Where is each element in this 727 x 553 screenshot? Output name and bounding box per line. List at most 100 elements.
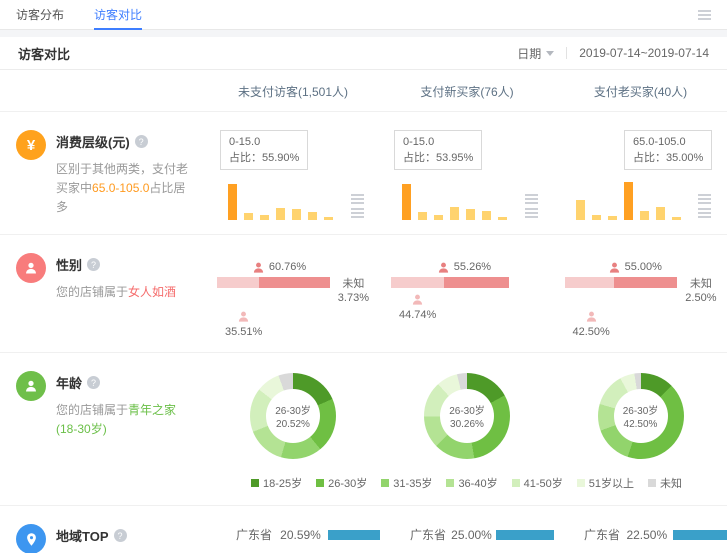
bar [608,216,617,220]
bar-chart [568,180,717,220]
female-segment [614,277,678,288]
person-icon [437,261,450,274]
section-desc: 区别于其他两类，支付老买家中65.0-105.0占比居多 [56,160,206,217]
view-switch-icon[interactable] [698,194,711,204]
help-icon[interactable]: ? [114,529,127,542]
region-list-old-buyers: 广东省22.50%福建省10.00% [554,524,727,553]
view-switch-icon[interactable] [525,208,538,218]
legend-swatch [316,479,324,487]
region-list-new-buyers: 广东省25.00%浙江省11.84% [380,524,554,553]
region-bar [328,530,380,540]
legend-swatch [381,479,389,487]
male-percent: 35.51% [225,310,262,338]
legend-swatch [446,479,454,487]
view-switch-icon[interactable] [351,208,364,218]
legend-item[interactable]: 26-30岁 [316,475,367,491]
help-icon[interactable]: ? [87,258,100,271]
yuan-icon: ¥ [16,130,46,160]
gender-label-cell: 性别 ? 您的店铺属于女人如酒 [0,253,206,338]
male-segment [217,277,259,288]
male-percent: 42.50% [573,310,610,338]
bar-chart [220,180,370,220]
tab-visitor-comparison[interactable]: 访客对比 [94,0,142,29]
bar [292,209,301,220]
section-desc: 您的店铺属于青年之家(18-30岁) [56,401,206,439]
region-percent: 22.50% [626,528,672,542]
toolbar-menu-icon[interactable] [698,10,711,20]
section-title: 地域TOP [56,526,109,545]
view-switch-icon[interactable] [525,194,538,204]
gender-bar [217,277,330,288]
legend-item[interactable]: 36-40岁 [446,475,497,491]
female-percent: 60.76% [269,261,306,273]
region-label-cell: 地域TOP ? 您的访客聚集在广东省 [0,524,206,553]
help-icon[interactable]: ? [87,376,100,389]
column-header-new-buyers: 支付新买家(76人) [380,83,554,100]
legend-item[interactable]: 41-50岁 [512,475,563,491]
bar [402,184,411,220]
bar [324,217,333,220]
bar [434,215,443,220]
bar [576,200,585,220]
bar [592,215,601,220]
section-age: 年龄 ? 您的店铺属于青年之家(18-30岁) 26-30岁20.52% 26-… [0,352,727,505]
region-name: 广东省 [584,526,626,543]
bar [260,215,269,220]
bar-chart [394,180,544,220]
person-icon [252,261,265,274]
consume-chart-new-buyers: 0-15.0 占比：53.95% [380,130,554,220]
gender-unknown: 未知3.73% [338,277,369,305]
bar [482,211,491,220]
legend-item[interactable]: 31-35岁 [381,475,432,491]
date-range-picker[interactable]: 2019-07-14~2019-07-14 [579,46,709,60]
region-row: 广东省22.50% [584,526,727,543]
chevron-down-icon [546,51,554,56]
bar [640,211,649,220]
age-donut-old-buyers: 26-30岁42.50% [554,371,727,459]
age-donut: 26-30岁20.52% [250,373,336,459]
view-switch-icon[interactable] [351,194,364,204]
bar [624,182,633,220]
legend-swatch [648,479,656,487]
panel-header: 访客对比 日期 2019-07-14~2019-07-14 [0,37,727,70]
section-gender: 性别 ? 您的店铺属于女人如酒 60.76% 未知3.73% 35.51% 55.2… [0,234,727,352]
section-region-top: 地域TOP ? 您的访客聚集在广东省 广东省20.59%浙江省11.06% 广东… [0,505,727,553]
region-name: 广东省 [236,526,280,543]
female-segment [444,277,509,288]
region-percent: 20.59% [280,528,328,542]
view-switch-icon[interactable] [698,208,711,218]
region-bar [496,530,554,540]
male-segment [565,277,614,288]
legend-item[interactable]: 未知 [648,475,682,491]
chart-tooltip: 0-15.0 占比：55.90% [220,130,308,170]
section-title: 消费层级(元) [56,132,130,151]
age-donut: 26-30岁30.26% [424,373,510,459]
legend-item[interactable]: 18-25岁 [251,475,302,491]
page-gap [0,30,727,37]
age-donut: 26-30岁42.50% [598,373,684,459]
section-title: 年龄 [56,373,82,392]
female-percent: 55.26% [454,261,491,273]
top-tabbar: 访客分布 访客对比 [0,0,727,30]
bar [228,184,237,220]
bar [672,217,681,220]
help-icon[interactable]: ? [135,135,148,148]
gender-unknown: 未知2.50% [685,277,716,305]
male-percent: 44.74% [399,293,436,321]
date-dropdown[interactable]: 日期 [517,45,554,62]
column-header-old-buyers: 支付老买家(40人) [554,83,727,100]
section-consume-level: ¥ 消费层级(元) ? 区别于其他两类，支付老买家中65.0-105.0占比居多… [0,111,727,234]
tab-visitor-distribution[interactable]: 访客分布 [16,0,64,29]
gender-chart-unpaid: 60.76% 未知3.73% 35.51% [206,253,380,338]
legend-item[interactable]: 51岁以上 [577,475,634,491]
region-row: 广东省25.00% [410,526,554,543]
person-icon [608,261,621,274]
region-percent: 25.00% [451,528,496,542]
age-donut-unpaid: 26-30岁20.52% [206,371,380,459]
bar [498,217,507,220]
age-donut-new-buyers: 26-30岁30.26% [380,371,554,459]
age-person-icon [16,371,46,401]
chart-tooltip: 0-15.0 占比：53.95% [394,130,482,170]
age-label-cell: 年龄 ? 您的店铺属于青年之家(18-30岁) [0,371,206,459]
bar [418,212,427,220]
